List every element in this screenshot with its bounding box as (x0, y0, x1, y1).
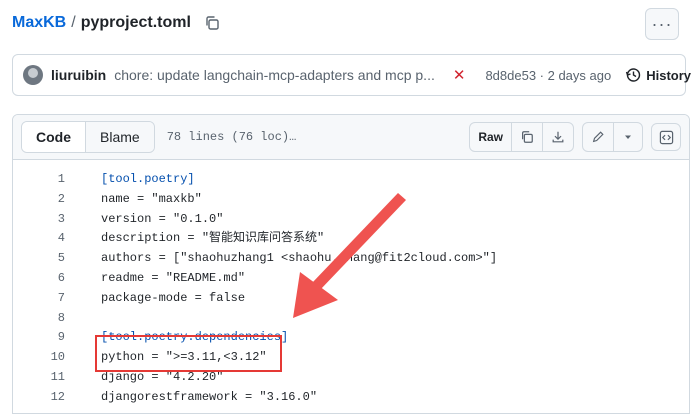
code-line: 12 djangorestframework = "3.16.0" (13, 388, 689, 408)
line-number[interactable]: 3 (13, 210, 65, 230)
avatar[interactable] (23, 65, 43, 85)
line-text: djangorestframework = "3.16.0" (101, 389, 318, 404)
history-button[interactable]: History (625, 67, 691, 83)
view-toggle: Code Blame (21, 121, 155, 153)
line-number[interactable]: 5 (13, 249, 65, 269)
line-text: [tool.poetry] (101, 172, 195, 186)
commit-sha-date[interactable]: 8d8de53 · 2 days ago (485, 68, 611, 83)
annotation-highlight-box (95, 335, 282, 372)
line-text: description = "智能知识库问答系统" (101, 231, 325, 246)
latest-commit-bar: liuruibin chore: update langchain-mcp-ad… (12, 54, 691, 96)
commit-author[interactable]: liuruibin (51, 67, 106, 83)
line-number[interactable]: 11 (13, 368, 65, 388)
line-text: readme = "README.md" (101, 270, 246, 285)
line-count: 78 lines (76 loc)… (166, 130, 297, 144)
breadcrumb-file-name: pyproject.toml (80, 14, 191, 31)
line-text: name = "maxkb" (101, 191, 202, 206)
symbols-panel-button[interactable] (651, 123, 681, 151)
copy-icon (522, 131, 533, 143)
line-number[interactable]: 7 (13, 289, 65, 309)
edit-button[interactable] (583, 123, 614, 151)
line-text (65, 309, 101, 329)
line-text: package-mode = false (101, 290, 246, 305)
line-number[interactable]: 4 (13, 229, 65, 249)
code-line: 8 (13, 309, 689, 329)
code-line: 1 [tool.poetry] (13, 170, 689, 190)
file-actions: Raw (469, 122, 681, 152)
tab-blame[interactable]: Blame (86, 122, 154, 152)
code-square-icon (659, 130, 673, 144)
history-label: History (646, 67, 691, 83)
line-number[interactable]: 6 (13, 269, 65, 289)
line-number[interactable]: 2 (13, 190, 65, 210)
line-text: authors = ["shaohuzhang1 <shaohu.zhang@f… (101, 251, 498, 266)
code-line: 3 version = "0.1.0" (13, 210, 689, 230)
file-title-bar: MaxKB / pyproject.toml ··· (12, 8, 679, 40)
copy-raw-button[interactable] (512, 123, 543, 151)
code-line: 4 description = "智能知识库问答系统" (13, 229, 689, 249)
history-icon (626, 68, 641, 82)
code-line: 2 name = "maxkb" (13, 190, 689, 210)
raw-copy-download-group: Raw (469, 122, 574, 152)
line-number[interactable]: 1 (13, 170, 65, 190)
line-text: version = "0.1.0" (101, 211, 224, 226)
code-line: 6 readme = "README.md" (13, 269, 689, 289)
download-button[interactable] (543, 123, 573, 151)
code-line: 7 package-mode = false (13, 289, 689, 309)
line-number[interactable]: 10 (13, 348, 65, 368)
line-number[interactable]: 8 (13, 309, 65, 329)
x-icon[interactable]: ✕ (453, 66, 466, 84)
pencil-icon (592, 131, 604, 143)
commit-message[interactable]: chore: update langchain-mcp-adapters and… (114, 67, 435, 83)
code-line: 5 authors = ["shaohuzhang1 <shaohu.zhang@… (13, 249, 689, 269)
more-options-button[interactable]: ··· (645, 8, 679, 40)
line-number[interactable]: 9 (13, 328, 65, 348)
caret-down-icon (625, 135, 631, 139)
kebab-icon: ··· (651, 13, 673, 34)
line-number[interactable]: 12 (13, 388, 65, 408)
breadcrumb-separator: / (71, 14, 76, 31)
copy-path-icon[interactable] (203, 14, 221, 32)
file-header: Code Blame 78 lines (76 loc)… Raw (13, 115, 689, 160)
edit-group (582, 122, 643, 152)
breadcrumb-repo-link[interactable]: MaxKB (12, 14, 66, 32)
download-icon (552, 131, 564, 143)
raw-button[interactable]: Raw (470, 123, 512, 151)
tab-code[interactable]: Code (22, 122, 86, 152)
edit-dropdown-button[interactable] (614, 123, 642, 151)
